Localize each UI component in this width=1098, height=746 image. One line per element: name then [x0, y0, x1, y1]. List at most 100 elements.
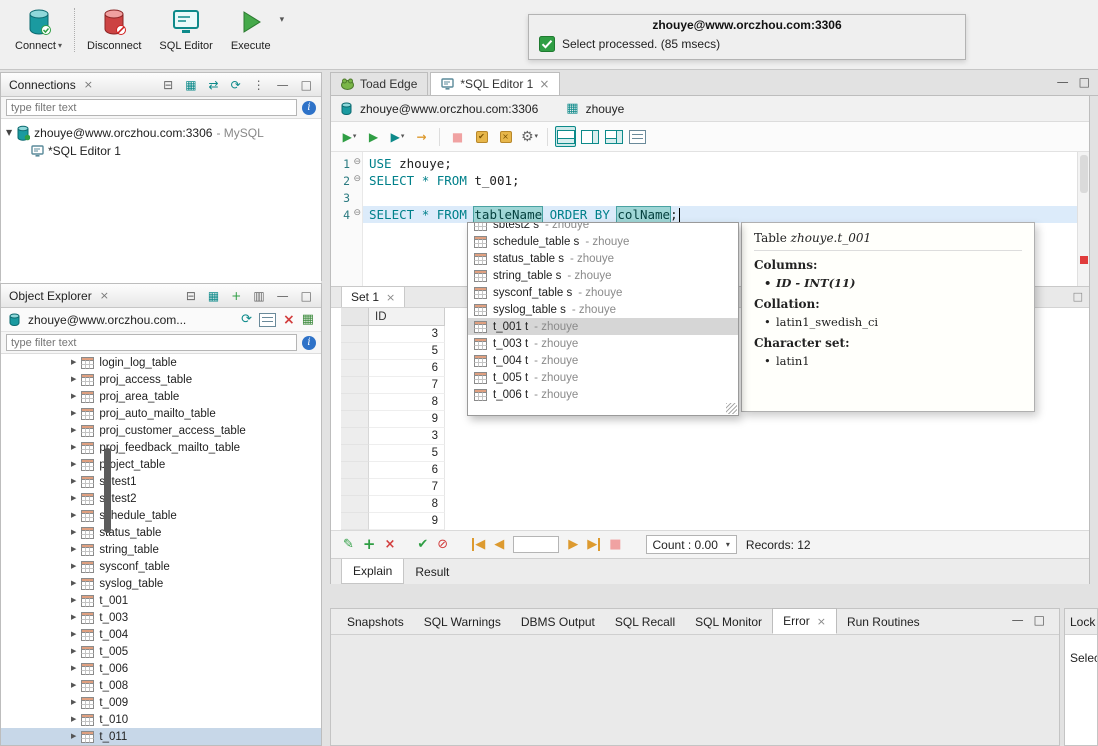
autocomplete-item[interactable]: string_table s - zhouye [468, 267, 738, 284]
count-dropdown[interactable]: Count : 0.00 [646, 535, 737, 554]
refresh-icon[interactable] [241, 313, 252, 326]
expand-arrow-icon[interactable] [71, 512, 76, 519]
close-icon[interactable] [100, 290, 109, 301]
close-icon[interactable] [84, 79, 93, 90]
expand-arrow-icon[interactable] [71, 733, 76, 740]
id-cell[interactable]: 6 [369, 360, 445, 377]
autocomplete-item[interactable]: t_005 t - zhouye [468, 369, 738, 386]
table-tree-item[interactable]: t_005 [1, 643, 321, 660]
expand-arrow-icon[interactable] [71, 444, 76, 451]
result-row[interactable]: 7 [341, 479, 1089, 496]
execute-script-button[interactable] [387, 126, 408, 147]
id-cell[interactable]: 8 [369, 496, 445, 513]
table-tree-item[interactable]: proj_auto_mailto_table [1, 405, 321, 422]
autocomplete-item[interactable]: t_003 t - zhouye [468, 335, 738, 352]
table-tree-item[interactable]: t_006 [1, 660, 321, 677]
expand-arrow-icon[interactable] [71, 529, 76, 536]
expand-arrow-icon[interactable] [71, 597, 76, 604]
table-tree-item[interactable]: syslog_table [1, 575, 321, 592]
expand-arrow-icon[interactable] [71, 563, 76, 570]
code-line-1[interactable]: USE zhouye; [363, 155, 1077, 172]
execute-menu-chevron-icon[interactable] [280, 16, 285, 25]
close-tab-icon[interactable] [817, 616, 826, 627]
stop-button[interactable] [447, 126, 468, 147]
fold-icon[interactable] [353, 209, 361, 218]
connections-filter-input[interactable] [6, 99, 297, 116]
minimize-icon[interactable] [1057, 76, 1069, 88]
row-header-cell[interactable] [341, 411, 369, 428]
editor-connection-label[interactable]: zhouye@www.orczhou.com:3306 [360, 102, 538, 116]
minimize-icon[interactable] [1012, 614, 1024, 626]
execute-menu-button[interactable] [339, 126, 360, 147]
table-tree-item[interactable]: t_004 [1, 626, 321, 643]
run-to-cursor-button[interactable] [411, 126, 432, 147]
refresh-icon[interactable] [228, 79, 244, 91]
sql-editor-button[interactable]: SQL Editor [150, 4, 221, 54]
result-row[interactable]: 6 [341, 462, 1089, 479]
resize-handle[interactable] [726, 403, 737, 414]
code-line-4[interactable]: SELECT * FROM tableName ORDER BY colName… [363, 206, 1077, 223]
table-tree-item[interactable]: t_001 [1, 592, 321, 609]
collapse-all-icon[interactable] [183, 290, 199, 302]
collapse-all-icon[interactable] [160, 79, 176, 91]
close-tab-icon[interactable] [539, 78, 549, 90]
id-cell[interactable]: 3 [369, 326, 445, 343]
autocomplete-item[interactable]: status_table s - zhouye [468, 250, 738, 267]
commit-button[interactable] [471, 126, 492, 147]
editor-scrollbar[interactable] [1077, 152, 1089, 286]
connect-button[interactable]: Connect [6, 4, 71, 54]
table-tree-item[interactable]: status_table [1, 524, 321, 541]
table-editor-icon[interactable] [302, 313, 314, 326]
last-page-icon[interactable] [587, 538, 600, 551]
layout-split-toggle[interactable] [603, 126, 624, 147]
table-name-placeholder[interactable]: tableName [474, 207, 542, 222]
tab-toad-edge[interactable]: Toad Edge [330, 72, 428, 95]
revert-changes-icon[interactable] [437, 538, 448, 551]
expand-arrow-icon[interactable] [71, 393, 76, 400]
error-marker[interactable] [1080, 256, 1088, 264]
table-tree-item[interactable]: t_011 [1, 728, 321, 745]
row-header-cell[interactable] [341, 462, 369, 479]
result-row[interactable]: 3 [341, 428, 1089, 445]
autocomplete-item[interactable]: t_004 t - zhouye [468, 352, 738, 369]
scrollbar-thumb[interactable] [104, 448, 111, 533]
maximize-icon[interactable] [1034, 614, 1045, 626]
sql-editor-tree-node[interactable]: *SQL Editor 1 [1, 142, 321, 160]
row-header-cell[interactable] [341, 394, 369, 411]
table-tree-item[interactable]: login_log_table [1, 354, 321, 371]
table-tree-item[interactable]: sbtest2 [1, 490, 321, 507]
tab-set-1[interactable]: Set 1 [341, 286, 405, 307]
column-header-id[interactable]: ID [369, 308, 445, 326]
new-connection-icon[interactable] [182, 79, 199, 91]
previous-page-icon[interactable] [494, 538, 504, 551]
delete-row-icon[interactable] [384, 538, 395, 551]
expand-arrow-icon[interactable] [71, 580, 76, 587]
expand-arrow-icon[interactable] [6, 129, 12, 137]
tab-run-routines[interactable]: Run Routines [837, 610, 930, 634]
table-tree-item[interactable]: proj_customer_access_table [1, 422, 321, 439]
code-line-2[interactable]: SELECT * FROM t_001; [363, 172, 1077, 189]
execute-toolbar-button[interactable]: Execute [222, 4, 280, 54]
row-header-cell[interactable] [341, 496, 369, 513]
layout-bottom-toggle[interactable] [555, 126, 576, 147]
scrollbar-thumb[interactable] [1080, 155, 1088, 193]
table-tree-item[interactable]: sysconf_table [1, 558, 321, 575]
expand-arrow-icon[interactable] [71, 376, 76, 383]
row-header-cell[interactable] [341, 479, 369, 496]
autocomplete-item[interactable]: t_001 t - zhouye [468, 318, 738, 335]
tab-sql-warnings[interactable]: SQL Warnings [414, 610, 511, 634]
row-header-cell[interactable] [341, 377, 369, 394]
apply-changes-icon[interactable] [417, 538, 428, 551]
id-cell[interactable]: 9 [369, 411, 445, 428]
row-header-cell[interactable] [341, 343, 369, 360]
tab-result[interactable]: Result [404, 559, 460, 584]
autocomplete-item[interactable]: schedule_table s - zhouye [468, 233, 738, 250]
table-tree-item[interactable]: sbtest1 [1, 473, 321, 490]
connection-tree-node[interactable]: zhouye@www.orczhou.com:3306 - MySQL [1, 124, 321, 142]
maximize-results-icon[interactable] [1073, 291, 1083, 302]
tab-error[interactable]: Error [772, 608, 837, 634]
autocomplete-item[interactable]: sysconf_table s - zhouye [468, 284, 738, 301]
minimize-icon[interactable] [274, 290, 292, 302]
er-diagram-icon[interactable] [259, 313, 276, 327]
id-cell[interactable]: 5 [369, 343, 445, 360]
